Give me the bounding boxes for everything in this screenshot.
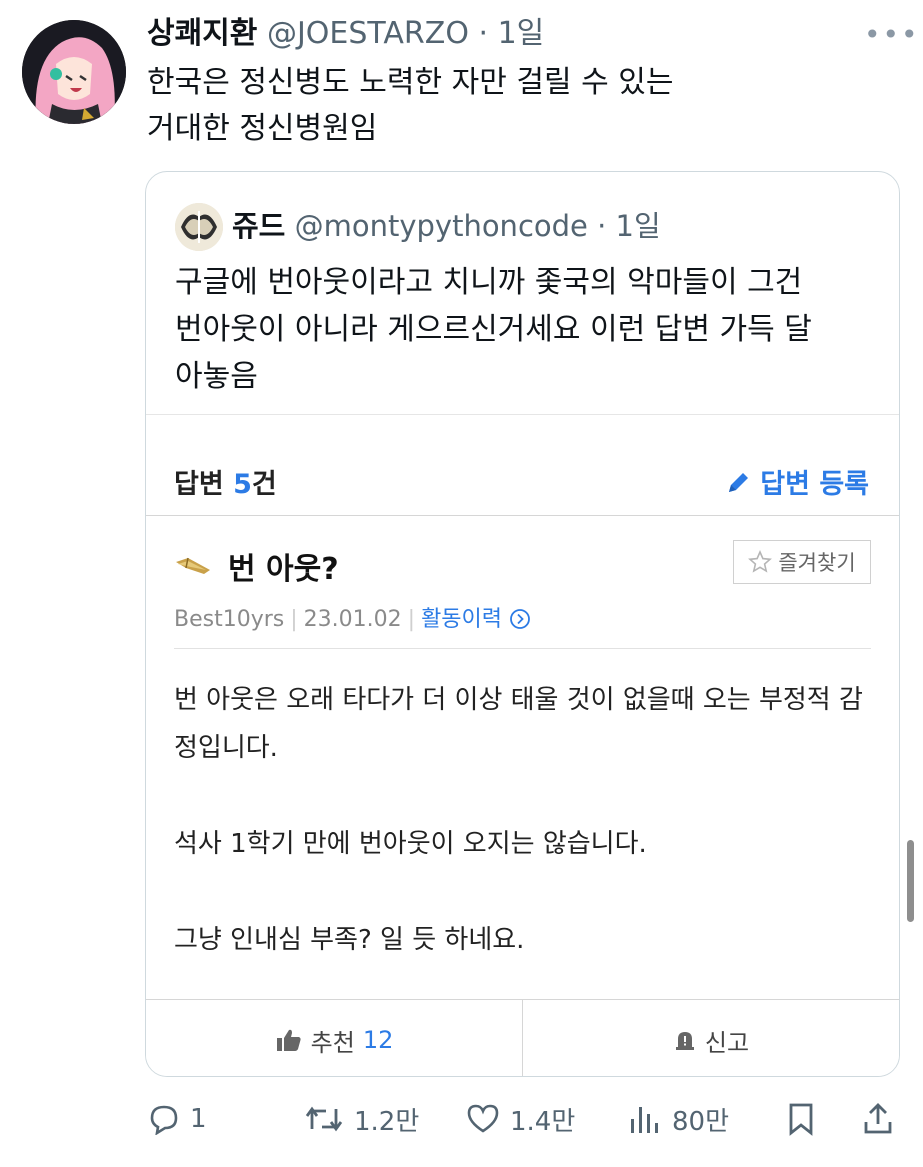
more-options-icon[interactable]: •••	[864, 18, 920, 51]
meta-separator: |	[290, 607, 298, 632]
quoted-display-name: 쥬드	[232, 209, 286, 243]
thumbs-up-icon	[276, 1029, 301, 1051]
tweet-action-bar: 1 1.2만 1.4만 80만	[0, 1096, 923, 1146]
meta-separator: |	[407, 607, 416, 632]
answer-paragraph: 번 아웃은 오래 타다가 더 이상 태울 것이 없을때 오는 부정적 감정입니다…	[174, 685, 863, 763]
share-icon	[864, 1103, 892, 1134]
quoted-text: 구글에 번아웃이라고 치니까 좇국의 악마들이 그건 번아웃이 아니라 게으르신…	[175, 259, 875, 400]
like-count: 1.4만	[510, 1106, 576, 1137]
answer-screenshot[interactable]: 답변 5건 답변 등록 번 아웃? 즐겨찾기 Best10yrs | 23.01…	[146, 414, 899, 1076]
answer-title: 번 아웃?	[174, 544, 339, 588]
pencil-icon	[729, 472, 749, 492]
report-button: 신고	[522, 1000, 899, 1076]
answer-author: Best10yrs	[174, 607, 285, 632]
tweet-text-line: 한국은 정신병도 노력한 자만 걸릴 수 있는	[147, 65, 674, 100]
retweet-icon	[305, 1106, 343, 1132]
activity-label: 활동이력	[421, 607, 503, 632]
quoted-handle: @montypythoncode	[294, 209, 588, 243]
quoted-tweet[interactable]: 쥬드 @montypythoncode · 1일 구글에 번아웃이라고 치니까 …	[145, 171, 900, 1077]
tweet-header: 상쾌지환 @JOESTARZO · 1일	[147, 14, 544, 54]
report-label: 신고	[704, 1028, 750, 1057]
quoted-header: 쥬드 @montypythoncode · 1일	[232, 204, 661, 248]
quoted-text-line: 번아웃이 아니라 게으르신거세요 이런 답변 가득 달	[175, 312, 812, 347]
separator-dot: ·	[587, 209, 616, 243]
quoted-avatar	[175, 203, 223, 251]
favorite-button: 즐겨찾기	[733, 540, 871, 584]
answer-count-number: 5	[233, 469, 252, 500]
user-avatar[interactable]	[22, 20, 126, 124]
like-button[interactable]: 1.4만	[466, 1096, 575, 1142]
quoted-text-line: 구글에 번아웃이라고 치니까 좇국의 악마들이 그건	[175, 265, 803, 300]
quoted-time: 1일	[615, 209, 661, 243]
answer-card: 번 아웃? 즐겨찾기 Best10yrs | 23.01.02 | 활동이력 번 아웃은	[146, 515, 899, 1000]
bookmark-button[interactable]	[786, 1096, 816, 1142]
activity-history-link: 활동이력	[421, 607, 531, 632]
answer-paragraph: 석사 1학기 만에 번아웃이 오지는 않습니다.	[174, 829, 647, 859]
grade-badge-icon	[176, 557, 210, 574]
views-chart-icon	[631, 1107, 658, 1133]
answer-body: 번 아웃은 오래 타다가 더 이상 태울 것이 없을때 오는 부정적 감정입니다…	[174, 676, 874, 1012]
alert-icon	[675, 1032, 694, 1050]
retweet-button[interactable]: 1.2만	[304, 1096, 419, 1142]
answer-paragraph: 그냥 인내심 부족? 일 듯 하네요.	[174, 925, 525, 955]
register-answer-label: 답변 등록	[760, 469, 869, 500]
tweet-time[interactable]: 1일	[498, 16, 545, 51]
answer-date: 23.01.02	[303, 607, 402, 632]
recommend-button: 추천 12	[146, 1000, 522, 1076]
register-answer-button: 답변 등록	[726, 462, 869, 501]
recommend-count: 12	[362, 1026, 394, 1054]
quoted-text-line: 아놓음	[175, 359, 258, 394]
reply-count: 1	[190, 1104, 207, 1134]
answer-count-suffix: 건	[251, 469, 277, 500]
display-name[interactable]: 상쾌지환	[147, 16, 257, 51]
favorite-label: 즐겨찾기	[778, 551, 856, 575]
user-handle[interactable]: @JOESTARZO	[267, 16, 469, 51]
recommend-label: 추천	[310, 1028, 355, 1057]
answer-divider	[174, 648, 871, 649]
separator-dot: ·	[468, 16, 498, 51]
heart-icon	[467, 1104, 499, 1133]
scrollbar-thumb[interactable]	[907, 840, 914, 922]
answer-meta: Best10yrs | 23.01.02 | 활동이력	[174, 601, 531, 633]
retweet-count: 1.2만	[354, 1106, 420, 1137]
views-button[interactable]: 80만	[628, 1096, 729, 1142]
views-count: 80만	[672, 1106, 730, 1137]
tweet-text-line: 거대한 정신병원임	[147, 111, 378, 146]
reply-icon	[150, 1105, 178, 1135]
share-button[interactable]	[862, 1096, 894, 1142]
answer-count-bar: 답변 5건 답변 등록	[146, 415, 899, 515]
answer-footer: 추천 12 신고	[146, 999, 899, 1076]
circle-chevron-right-icon	[510, 609, 530, 629]
answer-count-label: 답변	[174, 469, 224, 500]
answer-title-text: 번 아웃?	[228, 552, 339, 587]
tweet-text: 한국은 정신병도 노력한 자만 걸릴 수 있는 거대한 정신병원임	[147, 60, 887, 152]
star-icon	[748, 550, 773, 573]
reply-button[interactable]: 1	[148, 1096, 207, 1142]
answer-count: 답변 5건	[174, 462, 277, 501]
bookmark-icon	[789, 1103, 813, 1136]
